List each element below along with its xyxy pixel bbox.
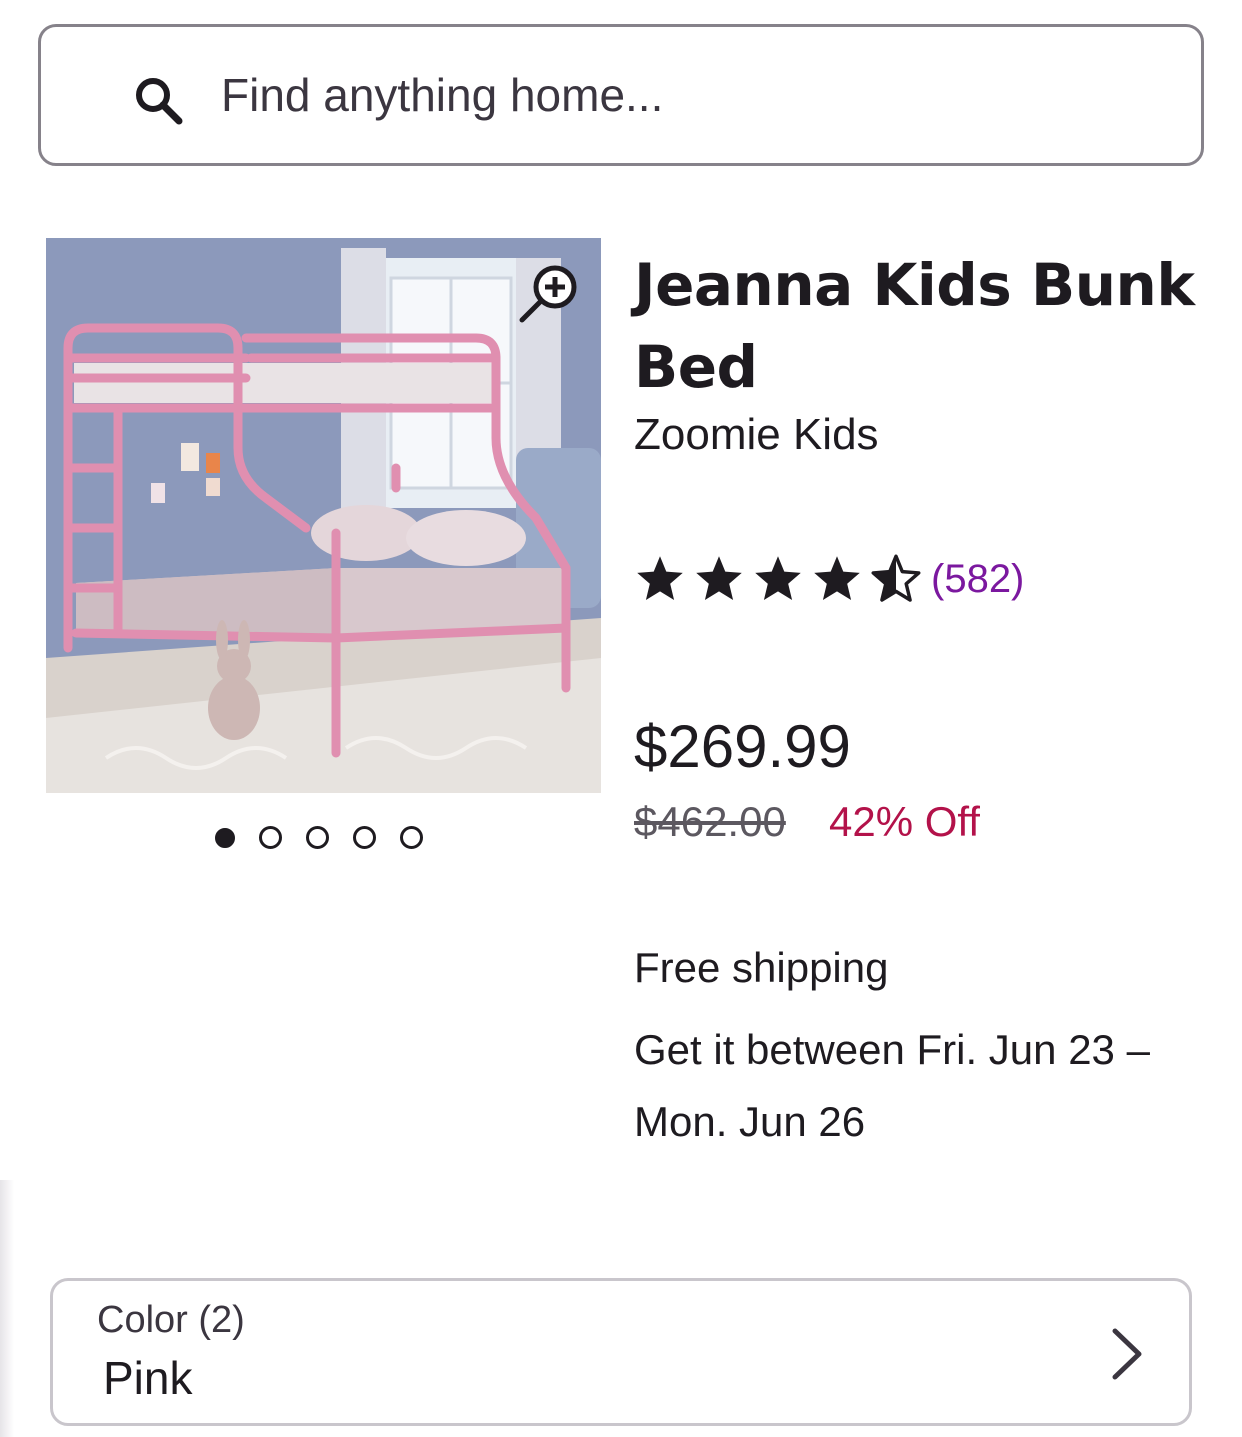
color-selector[interactable]: Color (2) Pink [50,1278,1192,1426]
rating[interactable]: (582) [634,553,1024,605]
search-icon [136,78,183,125]
carousel-dot[interactable] [306,826,329,849]
star-full-icon [696,556,742,601]
carousel-dot[interactable] [353,826,376,849]
delivery-estimate: Get it between Fri. Jun 23 – Mon. Jun 26 [634,1026,1150,1145]
image-carousel-dots [215,826,423,849]
star-full-icon [637,556,683,601]
star-full-icon [814,556,860,601]
review-count-link[interactable]: (582) [931,557,1024,602]
star-half-icon [871,554,921,602]
color-option-label: Color (2) [97,1299,245,1341]
edge-shadow [0,1180,14,1437]
discount-label: 42% Off [829,798,980,845]
star-full-icon [755,556,801,601]
sale-price: $269.99 [634,713,851,780]
carousel-dot[interactable] [400,826,423,849]
search-input[interactable] [221,27,1181,163]
original-price: $462.00 [634,798,786,845]
carousel-dot[interactable] [215,828,235,848]
search-bar[interactable] [38,24,1204,166]
color-option-value: Pink [103,1352,193,1404]
zoom-in-icon[interactable] [516,260,582,326]
carousel-dot[interactable] [259,826,282,849]
brand-link[interactable]: Zoomie Kids [634,410,879,460]
shipping-info: Free shipping [634,944,889,991]
product-title: Jeanna Kids Bunk Bed [634,251,1195,401]
chevron-right-icon [1112,1328,1142,1380]
